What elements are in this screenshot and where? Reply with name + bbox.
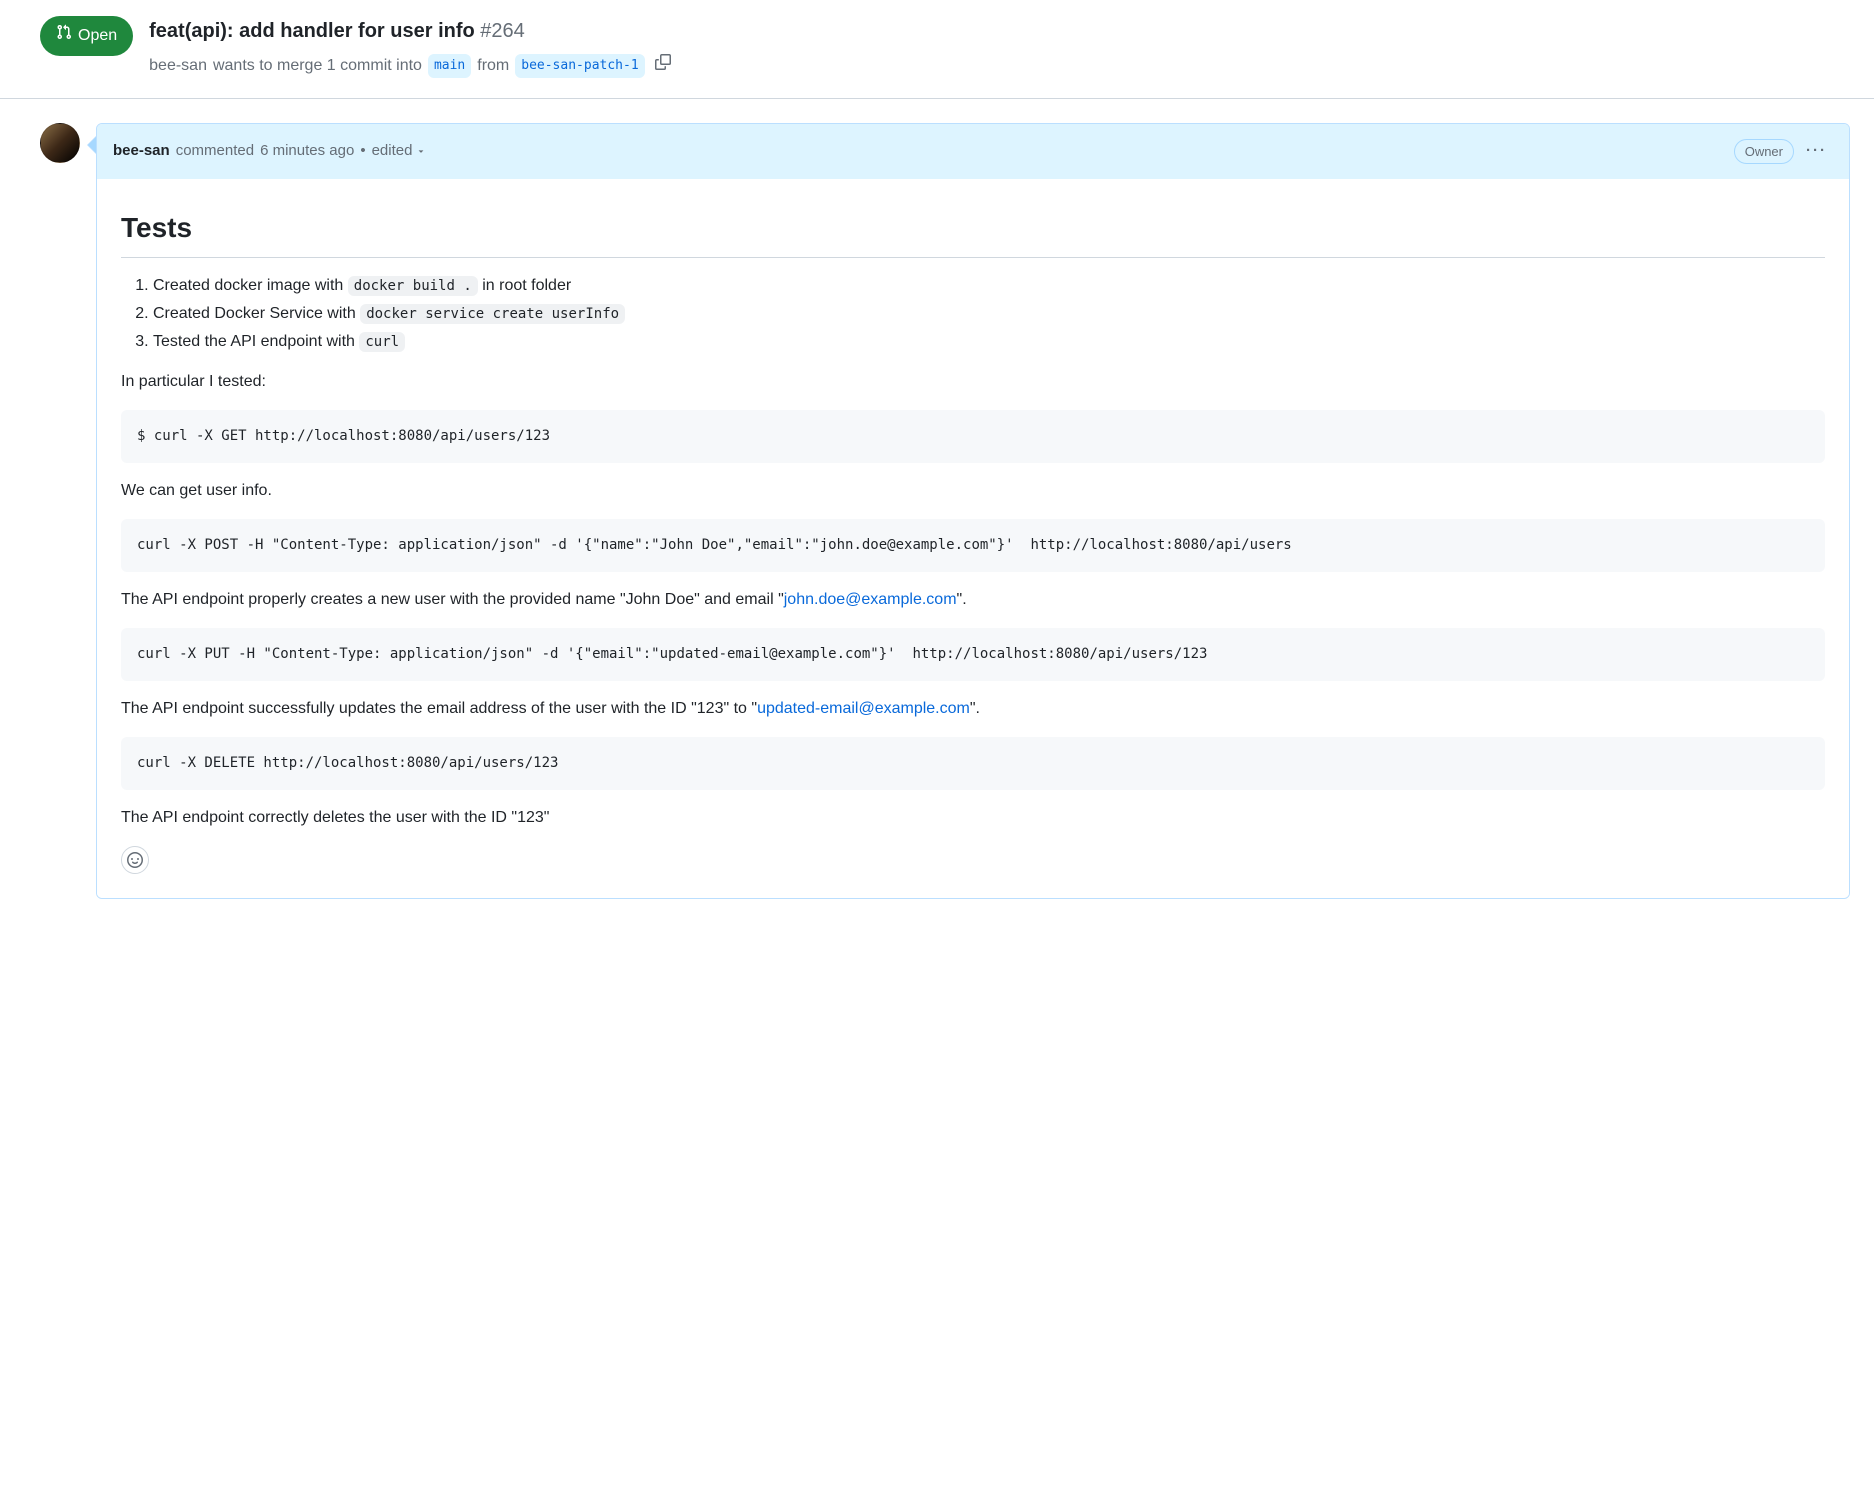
bullet: • (360, 140, 365, 163)
code-block-get: $ curl -X GET http://localhost:8080/api/… (121, 410, 1825, 463)
paragraph: The API endpoint properly creates a new … (121, 588, 1825, 612)
text: The API endpoint successfully updates th… (121, 700, 757, 717)
head-branch[interactable]: bee-san-patch-1 (515, 54, 644, 78)
timeline: bee-san commented 6 minutes ago • edited… (0, 99, 1874, 923)
triangle-down-icon (416, 146, 426, 156)
list-text: Tested the API endpoint with (153, 333, 359, 350)
comment-wrapper: bee-san commented 6 minutes ago • edited… (96, 123, 1850, 899)
comment-timestamp[interactable]: 6 minutes ago (260, 140, 354, 163)
list-item: Tested the API endpoint with curl (153, 330, 1825, 354)
code-block-delete: curl -X DELETE http://localhost:8080/api… (121, 737, 1825, 790)
comment-author[interactable]: bee-san (113, 140, 170, 163)
paragraph: We can get user info. (121, 479, 1825, 503)
list-item: Created docker image with docker build .… (153, 274, 1825, 298)
pr-title-text[interactable]: feat(api): add handler for user info (149, 20, 475, 42)
merge-text-2: from (477, 54, 509, 78)
text: ". (957, 591, 967, 608)
base-branch[interactable]: main (428, 54, 471, 78)
list-text: Created docker image with (153, 277, 348, 294)
comment-body: Tests Created docker image with docker b… (97, 179, 1849, 898)
comment-box: bee-san commented 6 minutes ago • edited… (96, 123, 1850, 899)
edited-dropdown[interactable]: edited (372, 140, 427, 163)
pr-meta: bee-san wants to merge 1 commit into mai… (149, 50, 1834, 82)
pr-title-block: feat(api): add handler for user info #26… (149, 16, 1834, 82)
code-block-put: curl -X PUT -H "Content-Type: applicatio… (121, 628, 1825, 681)
paragraph: The API endpoint correctly deletes the u… (121, 806, 1825, 830)
pr-state-label: Open (78, 24, 117, 48)
pr-author[interactable]: bee-san (149, 54, 207, 78)
comment-arrow-icon (88, 137, 96, 153)
inline-code: docker service create userInfo (360, 304, 625, 324)
comment-header: bee-san commented 6 minutes ago • edited… (97, 124, 1849, 179)
inline-code: docker build . (348, 276, 478, 296)
test-steps-list: Created docker image with docker build .… (121, 274, 1825, 354)
pr-state-badge: Open (40, 16, 133, 56)
pr-number: #264 (480, 20, 525, 42)
inline-code: curl (359, 332, 405, 352)
add-reaction-button[interactable] (121, 846, 149, 874)
pr-title: feat(api): add handler for user info #26… (149, 16, 1834, 46)
git-pull-request-icon (56, 24, 72, 48)
tests-heading: Tests (121, 207, 1825, 258)
code-block-post: curl -X POST -H "Content-Type: applicati… (121, 519, 1825, 572)
paragraph: The API endpoint successfully updates th… (121, 697, 1825, 721)
list-item: Created Docker Service with docker servi… (153, 302, 1825, 326)
list-text: in root folder (482, 277, 571, 294)
text: ". (970, 700, 980, 717)
smiley-icon (127, 852, 143, 868)
kebab-menu-icon[interactable]: ··· (1800, 134, 1833, 169)
text: The API endpoint properly creates a new … (121, 591, 784, 608)
edited-label: edited (372, 140, 413, 163)
commented-label: commented (176, 140, 254, 163)
copy-icon[interactable] (651, 50, 675, 82)
merge-text-1: wants to merge 1 commit into (213, 54, 422, 78)
owner-badge: Owner (1734, 139, 1794, 165)
paragraph: In particular I tested: (121, 370, 1825, 394)
pr-header: Open feat(api): add handler for user inf… (0, 0, 1874, 99)
email-link[interactable]: updated-email@example.com (757, 700, 970, 717)
avatar[interactable] (40, 123, 80, 163)
list-text: Created Docker Service with (153, 305, 360, 322)
email-link[interactable]: john.doe@example.com (784, 591, 957, 608)
